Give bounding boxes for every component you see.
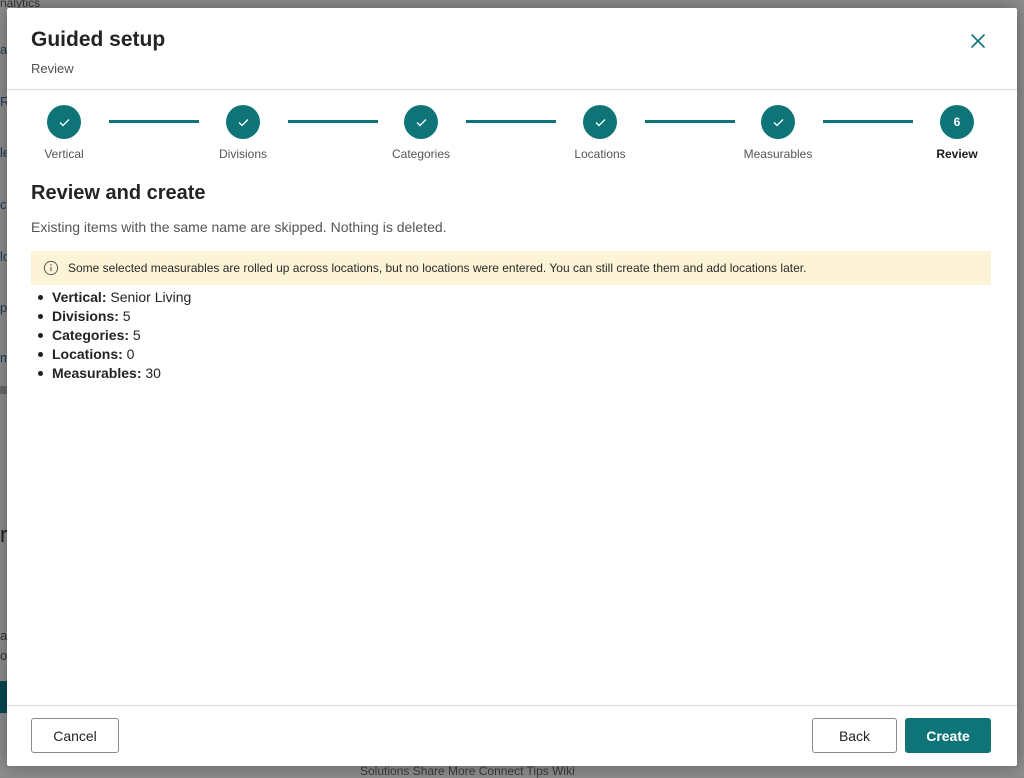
summary-label: Vertical: [52, 289, 107, 305]
step-label: Vertical [44, 147, 84, 161]
summary-label: Locations: [52, 346, 123, 362]
step-divisions[interactable]: Divisions [193, 105, 293, 161]
step-review[interactable]: 6 Review [907, 105, 1007, 161]
step-connector [109, 120, 199, 123]
warning-banner: Some selected measurables are rolled up … [31, 251, 991, 285]
background-divider [0, 386, 7, 394]
check-icon [595, 118, 605, 126]
list-item: Measurables: 30 [31, 364, 993, 383]
step-connector [288, 120, 378, 123]
dialog-header: Guided setup Review [7, 8, 1017, 90]
step-label: Divisions [218, 147, 267, 161]
review-section: Review and create Existing items with th… [31, 182, 993, 383]
step-number-marker: 6 [940, 105, 974, 139]
check-icon [59, 118, 69, 126]
summary-value: 30 [145, 365, 161, 381]
step-complete-marker [761, 105, 795, 139]
background-footer: Solutions Share More Connect Tips Wiki [360, 764, 575, 778]
step-complete-marker [404, 105, 438, 139]
summary-value: 0 [126, 346, 135, 362]
step-complete-marker [583, 105, 617, 139]
warning-text: Some selected measurables are rolled up … [68, 261, 807, 275]
close-button[interactable] [967, 30, 989, 52]
dialog-title: Guided setup [31, 28, 166, 51]
step-complete-marker [47, 105, 81, 139]
section-description: Existing items with the same name are sk… [31, 219, 447, 235]
section-title: Review and create [31, 182, 206, 204]
guided-setup-dialog: Guided setup Review Vertical Divisions C… [7, 8, 1017, 766]
progress-stepper: Vertical Divisions Categories Locations … [7, 105, 1017, 175]
step-connector [466, 120, 556, 123]
summary-list: Vertical: Senior Living Divisions: 5 Cat… [31, 288, 993, 383]
summary-value: 5 [122, 308, 131, 324]
check-icon [416, 118, 426, 126]
summary-label: Categories: [52, 327, 130, 343]
step-vertical[interactable]: Vertical [14, 105, 114, 161]
step-label-current: Review [936, 147, 978, 161]
step-label: Categories [391, 147, 451, 161]
summary-value: 5 [132, 327, 141, 343]
check-icon [773, 118, 783, 126]
step-connector [645, 120, 735, 123]
check-icon [238, 118, 248, 126]
dialog-footer: Cancel Back Create [7, 705, 1017, 766]
dialog-subtitle: Review [31, 61, 74, 76]
summary-label: Divisions: [52, 308, 119, 324]
summary-value: Senior Living [110, 289, 192, 305]
create-button[interactable]: Create [905, 718, 991, 753]
back-button[interactable]: Back [812, 718, 897, 753]
cancel-button[interactable]: Cancel [31, 718, 119, 753]
step-measurables[interactable]: Measurables [728, 105, 828, 161]
list-item: Categories: 5 [31, 326, 993, 345]
step-categories[interactable]: Categories [371, 105, 471, 161]
step-complete-marker [226, 105, 260, 139]
step-label: Measurables [743, 147, 813, 161]
background-button [0, 681, 7, 713]
step-locations[interactable]: Locations [550, 105, 650, 161]
step-label: Locations [574, 147, 626, 161]
summary-label: Measurables: [52, 365, 142, 381]
close-icon [971, 34, 985, 48]
step-connector [823, 120, 913, 123]
list-item: Locations: 0 [31, 345, 993, 364]
info-icon [43, 260, 59, 276]
list-item: Divisions: 5 [31, 307, 993, 326]
list-item: Vertical: Senior Living [31, 288, 993, 307]
